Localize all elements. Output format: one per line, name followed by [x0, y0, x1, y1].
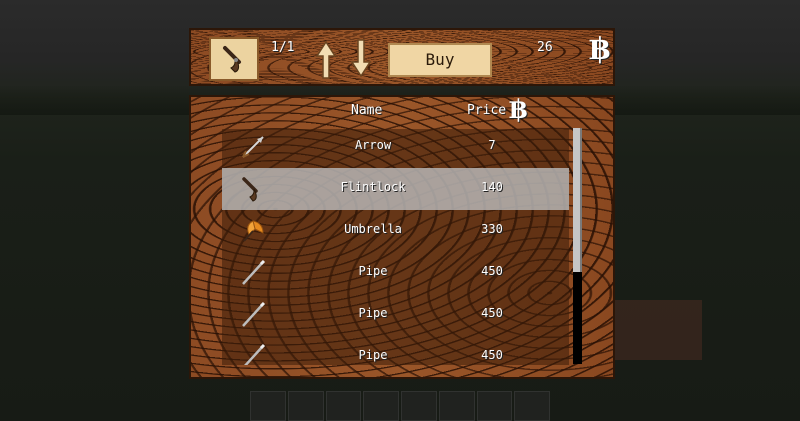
item-name: Pipe [358, 264, 388, 278]
currency-icon: ฿ [509, 95, 528, 125]
sort-descending-arrow-icon[interactable] [350, 38, 372, 78]
hotbar-slot [401, 391, 437, 421]
selected-item-preview [209, 37, 259, 81]
item-name: Pipe [358, 306, 388, 320]
pipe-icon [242, 301, 266, 327]
sort-ascending-arrow-icon[interactable] [315, 40, 337, 80]
hotbar-slot [363, 391, 399, 421]
list-item[interactable]: Arrow 7 [222, 129, 569, 168]
hotbar-slot [325, 391, 362, 421]
item-price: 450 [481, 264, 503, 278]
list-item-selected[interactable]: Flintlock 140 [222, 168, 569, 210]
hotbar-slot [250, 391, 286, 421]
arrow-icon [242, 136, 264, 158]
item-list: Arrow 7 Flintlock 140 Umbrella 330 Pipe … [222, 129, 569, 365]
hotbar-slot [476, 391, 513, 421]
scrollbar-thumb[interactable] [573, 128, 582, 272]
flintlock-icon [223, 46, 241, 73]
buy-button[interactable]: Buy [388, 43, 492, 77]
column-header-price: Price [467, 103, 507, 118]
shop-item-panel: Name Price ฿ Arrow 7 Flintlock 140 Umbre… [189, 95, 615, 379]
list-item[interactable]: Umbrella 330 [222, 210, 569, 252]
list-item[interactable]: Pipe 450 [222, 336, 569, 365]
list-item[interactable]: Pipe 450 [222, 294, 569, 336]
shop-toolbar: 1/1 Buy 26 ฿ [189, 28, 615, 86]
page-counter: 1/1 [271, 40, 295, 55]
list-item[interactable]: Pipe 450 [222, 252, 569, 294]
item-price: 140 [481, 180, 503, 194]
pipe-icon [244, 343, 266, 365]
flintlock-icon [242, 177, 258, 202]
world-block [612, 300, 702, 360]
pipe-icon [242, 259, 266, 285]
hotbar [250, 391, 550, 421]
hotbar-slot [287, 391, 324, 421]
hotbar-slot [514, 391, 550, 421]
item-price: 450 [481, 306, 503, 320]
currency-icon: ฿ [589, 32, 610, 67]
item-name: Flintlock [340, 180, 406, 194]
item-price: 7 [488, 138, 496, 152]
item-price: 330 [481, 222, 503, 236]
item-name: Umbrella [344, 222, 402, 236]
hotbar-slot [438, 391, 475, 421]
item-price: 450 [481, 348, 503, 362]
item-list-scrollbar[interactable] [573, 128, 582, 364]
coin-balance: 26 [537, 40, 553, 55]
item-name: Arrow [354, 138, 392, 152]
item-name: Pipe [358, 348, 388, 362]
column-header-name: Name [351, 103, 383, 118]
umbrella-icon [243, 220, 264, 242]
